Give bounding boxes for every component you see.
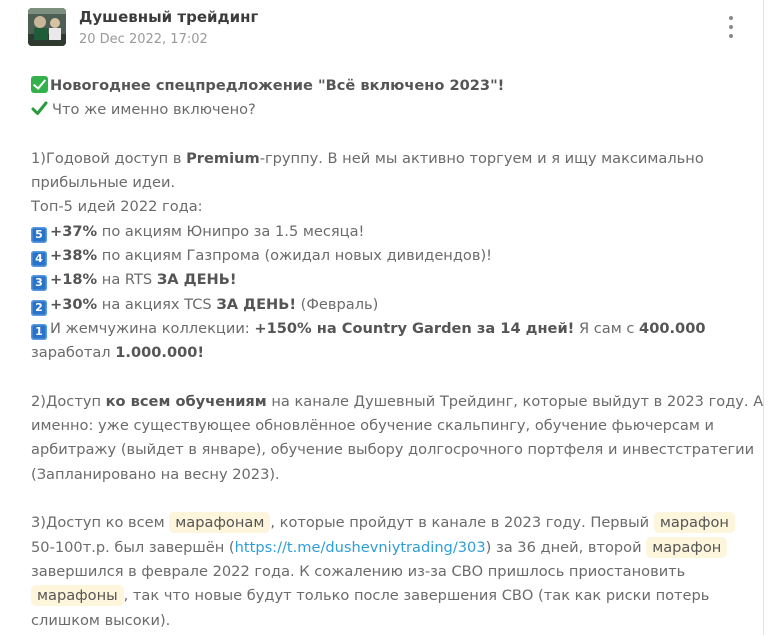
- p3-text: завершился в феврале 2022 года. К сожале…: [31, 562, 686, 580]
- p3-text: , которые пройдут в канале в 2023 году. …: [270, 514, 654, 532]
- idea-item-5: 5 +37% по акциям Юнипро за 1.5 месяца!: [31, 220, 731, 244]
- idea-emphasis: +150% на Country Garden за 14 дней!: [254, 319, 575, 337]
- paragraph-3-line: марафоны, так что новые будут только пос…: [31, 584, 731, 608]
- post-title: Новогоднее спецпредложение "Всё включено…: [50, 77, 505, 94]
- p1-text: -группу. В ней мы активно торгуем и я ищ…: [259, 149, 704, 167]
- channel-avatar[interactable]: [28, 8, 66, 46]
- post-date: 20 Dec 2022, 17:02: [79, 32, 208, 47]
- idea-percent: +37%: [50, 222, 98, 240]
- p2-text: на канале Душевный Трейдинг, которые вый…: [266, 392, 764, 410]
- telegram-link[interactable]: https://t.me/dushevniytrading/303: [235, 539, 486, 556]
- channel-name[interactable]: Душевный трейдинг: [79, 8, 258, 26]
- dot: [729, 16, 733, 20]
- paragraph-2-line: (Запланировано на весну 2023).: [31, 463, 731, 487]
- post-body: Новогоднее спецпредложение "Всё включено…: [31, 74, 763, 633]
- p3-text: 50-100т.р. был завершён (: [31, 538, 235, 556]
- idea-item-1-cont: заработал 1.000.000!: [31, 341, 731, 365]
- p2-text: 2)Доступ: [31, 392, 106, 410]
- top5-text: Топ-5 идей 2022 года:: [31, 198, 203, 216]
- p3-text: 3)Доступ ко всем: [31, 514, 170, 532]
- dot: [729, 34, 733, 38]
- more-vertical-icon[interactable]: [725, 16, 737, 38]
- check-mark-button-icon: [31, 76, 48, 93]
- check-mark-icon: [31, 101, 48, 116]
- keycap-2-icon: 2: [31, 299, 47, 316]
- keycap-4-icon: 4: [31, 251, 47, 268]
- p2-emphasis: ко всем обучениям: [105, 392, 267, 410]
- idea-emphasis: ЗА ДЕНЬ!: [216, 295, 297, 313]
- idea-text: на акциях TCS: [97, 295, 217, 313]
- post-card: Душевный трейдинг 20 Dec 2022, 17:02 Нов…: [0, 0, 764, 635]
- top5-heading: Топ-5 идей 2022 года:: [31, 195, 731, 219]
- paragraph-3-line: 3)Доступ ко всем марафонам, которые прой…: [31, 511, 735, 535]
- idea-item-4: 4 +38% по акциям Газпрома (ожидал новых д…: [31, 244, 731, 268]
- p2-text: арбитражу (выйдет в январе), обучение вы…: [31, 441, 755, 459]
- idea-item-2: 2 +30% на акциях TCS ЗА ДЕНЬ! (Февраль): [31, 293, 731, 317]
- hashtag-marathons[interactable]: марафоны: [31, 585, 124, 607]
- paragraph-3-line: слишком высоки).: [31, 609, 731, 633]
- idea-percent: +38%: [50, 247, 98, 265]
- idea-item-1: 1И жемчужина коллекции: +150% на Country…: [31, 317, 731, 341]
- idea-amount: 1.000.000!: [115, 344, 205, 362]
- keycap-5-icon: 5: [31, 226, 47, 243]
- paragraph-2-line: арбитражу (выйдет в январе), обучение вы…: [31, 438, 754, 462]
- idea-text: заработал: [31, 344, 116, 362]
- subtitle-text: Что же именно включено?: [52, 101, 256, 119]
- p3-text: , так что новые будут только после завер…: [123, 587, 710, 605]
- idea-text: (Февраль): [296, 295, 379, 313]
- hashtag-marathons[interactable]: марафонам: [169, 512, 271, 534]
- idea-text: на RTS: [97, 271, 157, 289]
- post-header: Душевный трейдинг 20 Dec 2022, 17:02: [28, 8, 743, 56]
- idea-emphasis: ЗА ДЕНЬ!: [156, 271, 237, 289]
- paragraph-3-line: 50-100т.р. был завершён (https://t.me/du…: [31, 536, 731, 560]
- paragraph-2-line: 2)Доступ ко всем обучениям на канале Душ…: [31, 390, 763, 414]
- idea-text: И жемчужина коллекции:: [50, 319, 255, 337]
- keycap-1-icon: 1: [31, 323, 47, 340]
- dot: [729, 25, 733, 29]
- idea-amount: 400.000: [639, 319, 706, 337]
- p1-text: 1)Годовой доступ в: [31, 149, 187, 167]
- paragraph-3-line: завершился в феврале 2022 года. К сожале…: [31, 560, 731, 584]
- idea-item-3: 3 +18% на RTS ЗА ДЕНЬ!: [31, 268, 731, 292]
- paragraph-2-line: именно: уже существующее обновлённое обу…: [31, 414, 731, 438]
- p3-text: слишком высоки).: [31, 611, 171, 629]
- paragraph-1-line: 1)Годовой доступ в Premium-группу. В ней…: [31, 147, 731, 171]
- idea-text: по акциям Газпрома (ожидал новых дивиден…: [97, 247, 493, 265]
- premium-text: Premium: [186, 149, 260, 167]
- hashtag-marathon[interactable]: марафон: [653, 512, 735, 534]
- p1-text: прибыльные идеи.: [31, 174, 176, 192]
- post-title-line: Новогоднее спецпредложение "Всё включено…: [31, 74, 731, 98]
- keycap-3-icon: 3: [31, 275, 47, 292]
- subtitle-line: Что же именно включено?: [31, 98, 731, 122]
- idea-text: Я сам с: [574, 319, 640, 337]
- p2-text: именно: уже существующее обновлённое обу…: [31, 417, 714, 435]
- p3-text: ) за 36 дней, второй: [485, 538, 647, 556]
- p2-text: (Запланировано на весну 2023).: [31, 465, 280, 483]
- avatar-image-icon: [28, 8, 66, 46]
- idea-text: по акциям Юнипро за 1.5 месяца!: [97, 222, 365, 240]
- paragraph-1-line: прибыльные идеи.: [31, 171, 731, 195]
- idea-percent: +30%: [50, 295, 98, 313]
- idea-percent: +18%: [50, 271, 98, 289]
- hashtag-marathon[interactable]: марафон: [646, 536, 728, 558]
